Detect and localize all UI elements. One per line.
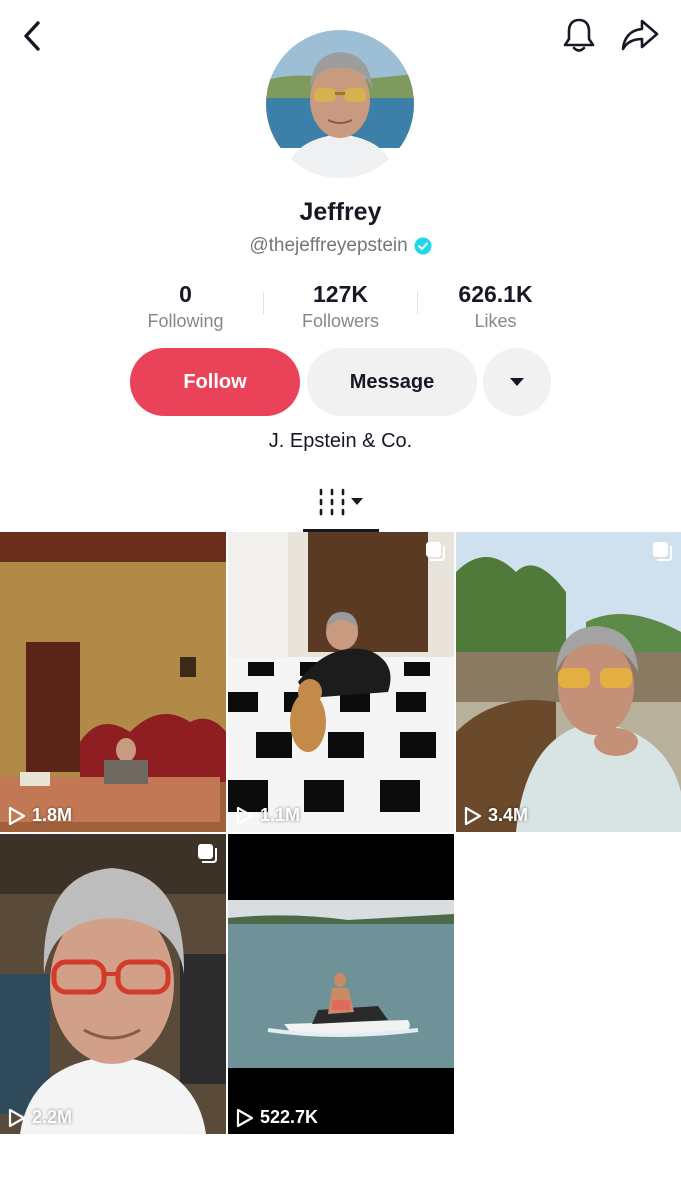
chevron-left-icon [24, 21, 40, 51]
view-count: 1.1M [236, 805, 300, 826]
stat-value: 626.1K [458, 281, 533, 307]
tab-videos[interactable] [303, 484, 379, 532]
display-name: Jeffrey [299, 198, 382, 226]
view-count: 2.2M [8, 1107, 72, 1128]
notifications-button[interactable] [558, 14, 600, 56]
video-thumbnail [0, 532, 226, 832]
view-count: 1.8M [8, 805, 72, 826]
carousel-icon [426, 542, 445, 561]
play-icon [236, 806, 254, 825]
bell-icon [563, 18, 595, 52]
video-tile[interactable]: 1.8M [0, 532, 226, 832]
video-thumbnail [228, 532, 454, 832]
view-count-label: 3.4M [488, 805, 529, 825]
stat-value: 127K [313, 281, 368, 307]
view-count-label: 1.1M [260, 805, 301, 825]
bio-text: J. Epstein & Co. [268, 430, 413, 452]
share-arrow-icon [621, 19, 659, 51]
video-tile[interactable]: 522.7K [228, 834, 454, 1134]
stat-following[interactable]: 0 Following [108, 280, 263, 336]
carousel-icon [198, 844, 217, 863]
video-tile[interactable]: 1.1M [228, 532, 454, 832]
video-thumbnail [0, 834, 226, 1134]
share-button[interactable] [618, 14, 662, 56]
stat-value: 0 [179, 281, 192, 307]
handle-row: @thejeffreyepstein [0, 235, 681, 257]
play-icon [8, 806, 26, 825]
avatar[interactable] [266, 30, 414, 178]
play-icon [464, 806, 482, 825]
more-options-button[interactable] [483, 348, 551, 416]
stat-label: Following [147, 311, 224, 331]
stat-likes[interactable]: 626.1K Likes [418, 280, 573, 336]
video-tile[interactable]: 2.2M [0, 834, 226, 1134]
stat-label: Followers [301, 311, 380, 331]
grid-lines-icon [319, 488, 363, 516]
play-icon [236, 1108, 254, 1127]
verified-badge-icon [414, 237, 432, 255]
caret-down-icon [510, 378, 524, 386]
stat-label: Likes [474, 311, 517, 331]
back-button[interactable] [12, 16, 52, 56]
video-thumbnail [456, 532, 681, 832]
stat-followers[interactable]: 127K Followers [263, 280, 418, 336]
stats-row: 0 Following 127K Followers 626.1K Likes [108, 280, 573, 336]
view-count-label: 522.7K [260, 1107, 319, 1127]
username-handle: @thejeffreyepstein [249, 235, 408, 256]
message-button[interactable]: Message [307, 348, 477, 416]
view-count: 522.7K [236, 1107, 318, 1128]
video-thumbnail [228, 834, 454, 1134]
avatar-photo [266, 30, 414, 178]
play-icon [8, 1108, 26, 1127]
follow-button[interactable]: Follow [130, 348, 300, 416]
view-count: 3.4M [464, 805, 528, 826]
carousel-icon [653, 542, 672, 561]
view-count-label: 2.2M [32, 1107, 73, 1127]
divider [263, 292, 264, 314]
profile-page: Jeffrey @thejeffreyepstein 0 Following 1… [0, 0, 681, 1200]
video-tile[interactable]: 3.4M [456, 532, 681, 832]
view-count-label: 1.8M [32, 805, 73, 825]
